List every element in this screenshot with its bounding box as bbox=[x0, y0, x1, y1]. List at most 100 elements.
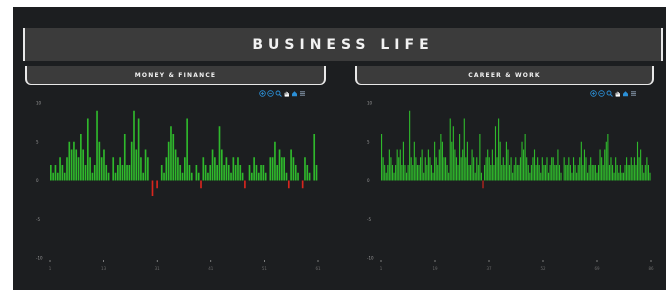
bar bbox=[444, 157, 447, 181]
bar bbox=[571, 172, 573, 181]
bar bbox=[432, 172, 434, 181]
bar bbox=[529, 172, 531, 181]
bar bbox=[197, 172, 200, 181]
bar bbox=[395, 165, 397, 181]
bar bbox=[384, 165, 386, 181]
bar bbox=[420, 157, 422, 181]
bar bbox=[119, 157, 121, 181]
bar bbox=[627, 165, 629, 181]
bar bbox=[572, 157, 575, 181]
bar bbox=[459, 134, 461, 181]
bar bbox=[491, 149, 493, 181]
bar bbox=[471, 149, 473, 181]
bar bbox=[443, 157, 445, 181]
bar bbox=[313, 134, 316, 181]
bar bbox=[457, 165, 459, 181]
bar bbox=[635, 165, 637, 181]
bar bbox=[582, 165, 584, 181]
bar bbox=[594, 165, 596, 181]
bar bbox=[435, 157, 437, 181]
bar bbox=[618, 172, 620, 181]
bar bbox=[230, 172, 232, 181]
bar bbox=[301, 180, 304, 189]
bar bbox=[239, 165, 242, 181]
bar bbox=[255, 165, 258, 181]
bar bbox=[621, 172, 623, 181]
bar bbox=[396, 149, 398, 181]
bar bbox=[260, 165, 262, 181]
bar bbox=[604, 149, 606, 181]
bar bbox=[63, 172, 66, 181]
bar bbox=[142, 172, 145, 181]
bar bbox=[605, 141, 607, 181]
bar bbox=[393, 172, 395, 181]
bar bbox=[540, 172, 542, 181]
bar bbox=[608, 165, 610, 181]
y-tick-label: 10 bbox=[36, 101, 42, 106]
bar bbox=[401, 165, 403, 181]
bar bbox=[566, 165, 568, 181]
bar bbox=[223, 165, 225, 181]
bar bbox=[160, 165, 163, 181]
bar bbox=[541, 157, 543, 181]
bar bbox=[487, 149, 489, 181]
bar bbox=[557, 149, 559, 181]
bar bbox=[577, 165, 579, 181]
bar bbox=[544, 165, 546, 181]
bar bbox=[70, 149, 73, 181]
bar bbox=[315, 165, 318, 181]
bar bbox=[61, 165, 64, 181]
bar bbox=[636, 141, 639, 181]
bar bbox=[184, 157, 186, 181]
bar bbox=[66, 157, 68, 181]
bar bbox=[476, 157, 478, 181]
bar bbox=[624, 165, 626, 181]
x-tick-label: 19 bbox=[432, 266, 438, 271]
bar bbox=[253, 157, 255, 181]
bar bbox=[167, 141, 170, 181]
bar bbox=[77, 157, 80, 181]
bar bbox=[202, 157, 205, 181]
bar bbox=[96, 110, 98, 181]
bar bbox=[278, 149, 281, 181]
bar bbox=[469, 165, 472, 181]
bar bbox=[427, 149, 429, 181]
bar bbox=[100, 157, 103, 181]
bar bbox=[151, 180, 154, 196]
bar bbox=[590, 157, 592, 181]
bar bbox=[527, 165, 529, 181]
bar bbox=[237, 157, 239, 181]
bar bbox=[204, 165, 207, 181]
bar bbox=[56, 172, 59, 181]
bar bbox=[629, 165, 631, 181]
bar bbox=[304, 157, 306, 181]
x-tick-label: 86 bbox=[648, 266, 654, 271]
bar bbox=[616, 165, 618, 181]
bar bbox=[103, 149, 105, 181]
x-tick-label: 37 bbox=[486, 266, 492, 271]
bar bbox=[211, 149, 214, 181]
bar bbox=[381, 134, 383, 181]
bar bbox=[611, 165, 614, 181]
y-tick-label: 0 bbox=[36, 178, 39, 183]
bar bbox=[463, 118, 465, 181]
bar bbox=[398, 157, 400, 181]
bar bbox=[190, 172, 193, 181]
bar bbox=[84, 165, 87, 181]
bar bbox=[615, 157, 617, 181]
bar bbox=[430, 165, 433, 181]
bar bbox=[416, 165, 419, 181]
bar bbox=[382, 157, 384, 181]
x-tick-label: 31 bbox=[155, 266, 161, 271]
bar bbox=[218, 126, 221, 181]
bar bbox=[498, 118, 500, 181]
bar bbox=[591, 165, 593, 181]
bar bbox=[179, 165, 182, 181]
y-tick-label: 5 bbox=[367, 139, 370, 144]
bar bbox=[281, 157, 283, 181]
y-tick-label: -10 bbox=[36, 256, 43, 261]
bar bbox=[59, 157, 61, 181]
bar bbox=[560, 172, 562, 181]
bar bbox=[530, 165, 532, 181]
bar bbox=[482, 180, 484, 189]
